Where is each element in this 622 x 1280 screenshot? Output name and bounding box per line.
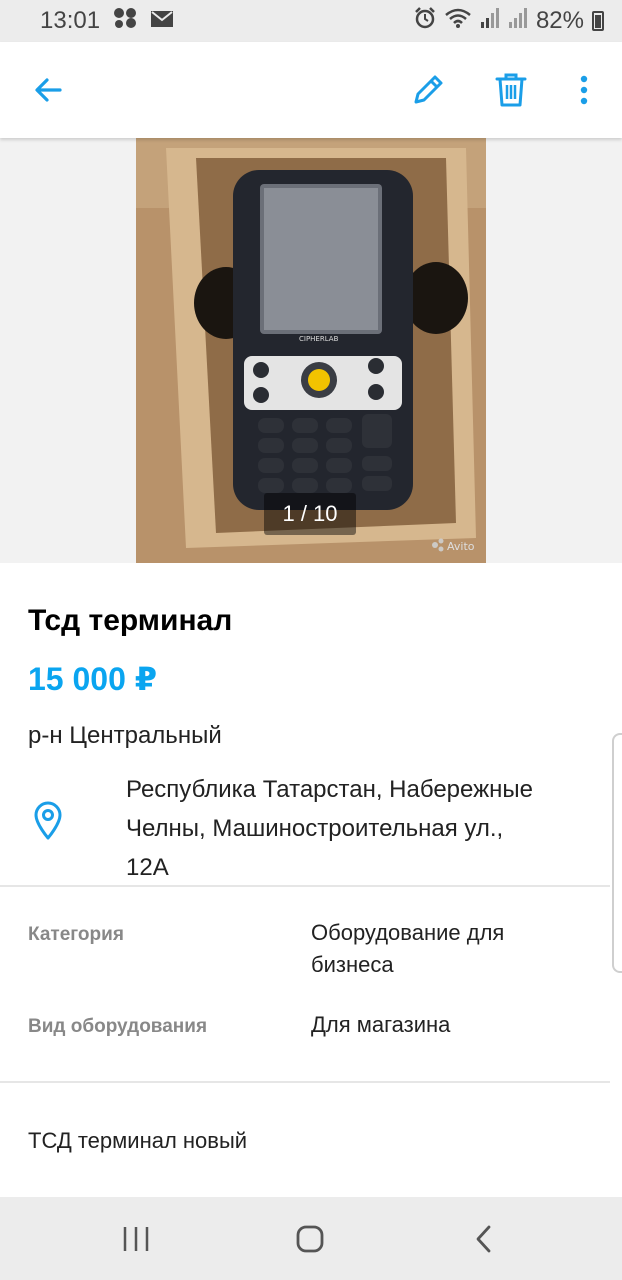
divider [0, 1081, 610, 1083]
signal-icon [508, 7, 528, 36]
param-label-equipment-type: Вид оборудования [28, 1016, 208, 1037]
mail-icon [150, 7, 174, 35]
address-line: 12А [126, 854, 169, 881]
address-text: Республика Татарстан, Набережные Челны, … [126, 770, 606, 887]
more-vertical-icon[interactable] [560, 66, 608, 114]
param-value-line: Для магазина [311, 1012, 451, 1037]
param-value-equipment-type: Для магазина [311, 1009, 591, 1041]
alarm-icon [414, 6, 436, 36]
param-value-category: Оборудование для бизнеса [311, 917, 591, 981]
svg-text:CIPHERLAB: CIPHERLAB [299, 335, 339, 343]
battery-level: 82% [535, 7, 584, 34]
home-icon[interactable] [286, 1215, 334, 1263]
trash-icon[interactable] [487, 66, 535, 114]
recents-icon[interactable] [112, 1215, 160, 1263]
edit-pencil-icon[interactable] [404, 66, 452, 114]
listing-price: 15 000 ₽ [28, 661, 158, 697]
avito-watermark: Avito [447, 540, 475, 553]
address-line: Республика Татарстан, Набережные [126, 776, 534, 803]
param-label-category: Категория [28, 924, 124, 945]
photo-counter: 1 / 10 [264, 493, 356, 535]
back-arrow-icon[interactable] [24, 66, 72, 114]
status-bar: 13:01 82% [0, 0, 622, 42]
address-row[interactable]: Республика Татарстан, Набережные Челны, … [0, 764, 622, 886]
scroll-handle[interactable] [612, 733, 622, 973]
address-line: Челны, Машиностроительная ул., [126, 815, 504, 842]
app-bar [0, 42, 622, 138]
divider [0, 885, 610, 887]
param-value-line: бизнеса [311, 952, 394, 977]
param-value-line: Оборудование для [311, 920, 505, 945]
system-nav-bar [0, 1197, 622, 1280]
bubbles-icon [112, 7, 138, 36]
back-icon[interactable] [460, 1215, 508, 1263]
photo-gallery[interactable]: CIPHERLAB Avito 1 / 10 [0, 138, 622, 563]
clock: 13:01 [40, 7, 101, 34]
listing-description: ТСД терминал новый [28, 1128, 248, 1153]
listing-district: р-н Центральный [28, 722, 222, 749]
listing-title: Тсд терминал [28, 604, 233, 637]
battery-icon [592, 11, 604, 31]
signal-icon [480, 7, 500, 36]
location-pin-icon [32, 800, 64, 845]
wifi-icon [444, 7, 472, 36]
